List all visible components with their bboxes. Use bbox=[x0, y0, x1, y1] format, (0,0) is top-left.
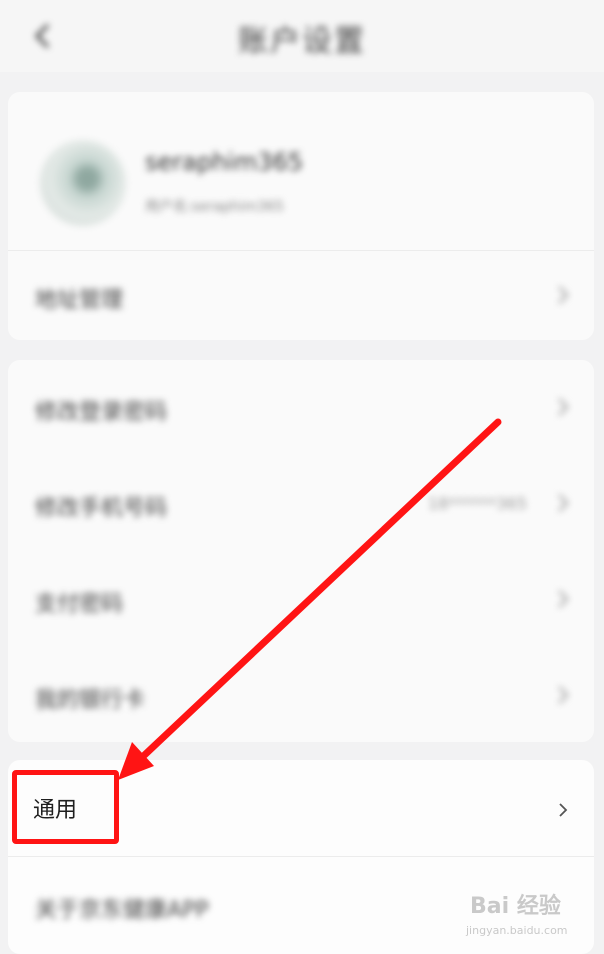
chevron-right-icon bbox=[556, 684, 570, 706]
chevron-right-icon[interactable] bbox=[556, 799, 570, 821]
watermark-logo: Bai 经验 bbox=[470, 894, 561, 919]
chevron-right-icon bbox=[556, 588, 570, 610]
page-title: 账户设置 bbox=[238, 24, 366, 59]
change-password-label[interactable]: 修改登录密码 bbox=[35, 394, 167, 426]
about-app-label[interactable]: 关于京东健康APP bbox=[35, 892, 209, 924]
watermark-url: jingyan.baidu.com bbox=[466, 924, 568, 937]
masked-phone-value: 18******365 bbox=[428, 494, 527, 513]
divider bbox=[8, 250, 594, 251]
user-id-text: 用户名:seraphim365 bbox=[145, 199, 284, 215]
bank-cards-label[interactable]: 我的银行卡 bbox=[35, 682, 145, 714]
chevron-right-icon bbox=[556, 492, 570, 514]
change-phone-label[interactable]: 修改手机号码 bbox=[35, 490, 167, 522]
avatar[interactable] bbox=[40, 140, 126, 226]
username: seraphim365 bbox=[145, 148, 304, 176]
address-management-label[interactable]: 地址管理 bbox=[35, 282, 123, 314]
chevron-right-icon bbox=[556, 284, 570, 306]
payment-password-label[interactable]: 支付密码 bbox=[35, 586, 123, 618]
chevron-right-icon bbox=[556, 396, 570, 418]
divider bbox=[8, 856, 594, 857]
highlight-box bbox=[12, 770, 119, 844]
